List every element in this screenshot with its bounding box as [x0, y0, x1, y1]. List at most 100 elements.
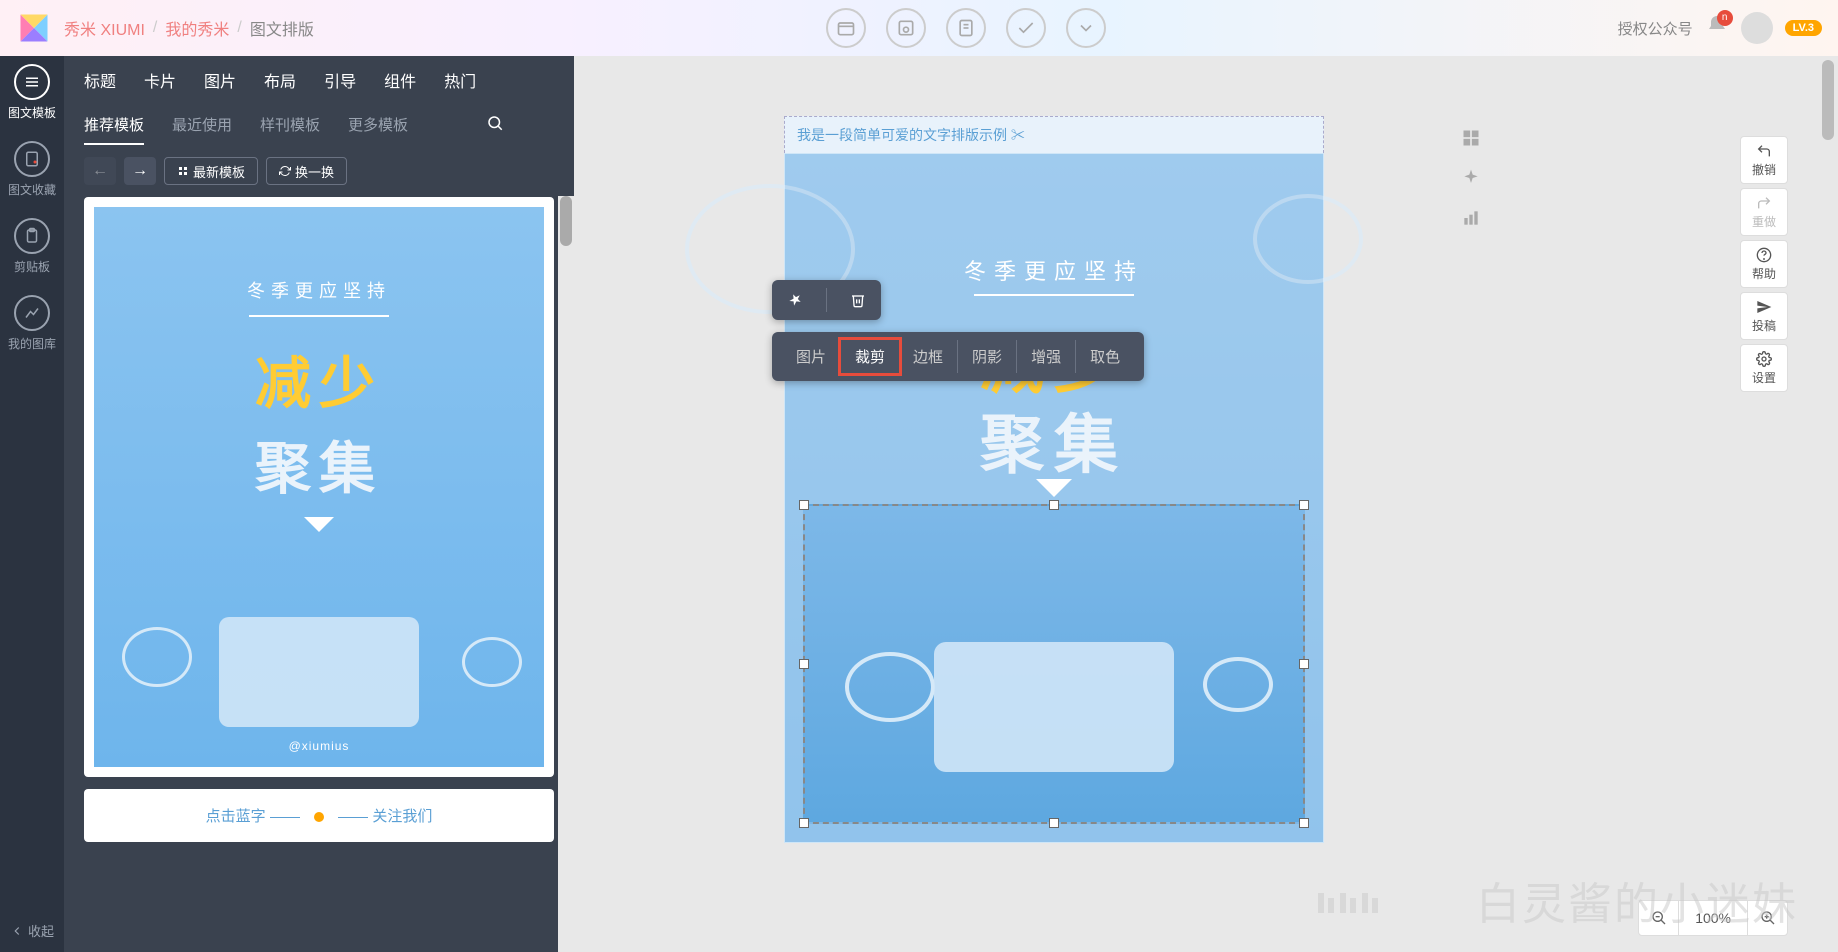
sel-strap-left: [845, 652, 935, 722]
tab-image[interactable]: 图片: [204, 68, 236, 98]
clipboard-icon: [14, 218, 50, 254]
grid-icon[interactable]: [1459, 126, 1483, 150]
rail-label: 我的图库: [8, 335, 56, 352]
avatar[interactable]: [1741, 12, 1773, 44]
notification-icon[interactable]: n: [1705, 14, 1729, 43]
template-toolbar: ← → 最新模板 换一换: [64, 145, 574, 197]
tab-shadow[interactable]: 阴影: [958, 340, 1017, 373]
logo[interactable]: [16, 10, 52, 46]
bars-icon[interactable]: [1459, 206, 1483, 230]
scrollbar-thumb[interactable]: [560, 196, 572, 246]
tab-crop[interactable]: 裁剪: [838, 337, 902, 376]
folder-icon[interactable]: [826, 8, 866, 48]
preview-footer: @xiumius: [289, 739, 350, 753]
collapse-button[interactable]: 收起: [10, 921, 54, 940]
pin-icon[interactable]: [780, 288, 810, 312]
element-actions-toolbar: [772, 280, 881, 320]
tab-layout[interactable]: 布局: [264, 68, 296, 98]
selected-image[interactable]: [803, 504, 1305, 824]
tab-component[interactable]: 组件: [384, 68, 416, 98]
tab-image-opt[interactable]: 图片: [782, 340, 841, 373]
zoom-value[interactable]: 100%: [1679, 910, 1747, 926]
submit-button[interactable]: 投稿: [1740, 292, 1788, 340]
rail-label: 图文模板: [8, 104, 56, 121]
redo-button[interactable]: 重做: [1740, 188, 1788, 236]
scrollbar-thumb[interactable]: [1822, 60, 1834, 140]
document-icon[interactable]: [946, 8, 986, 48]
nav-forward-button[interactable]: →: [124, 157, 156, 185]
template-filter-tabs: 推荐模板 最近使用 样刊模板 更多模板: [64, 98, 574, 145]
resize-handle-br[interactable]: [1299, 818, 1309, 828]
rail-item-templates[interactable]: 图文模板: [8, 64, 56, 121]
canvas-content: 我是一段简单可爱的文字排版示例 ✂ 冬季更应坚持 减少 聚集: [784, 116, 1324, 843]
settings-button[interactable]: 设置: [1740, 344, 1788, 392]
rail-item-favorites[interactable]: 图文收藏: [8, 141, 56, 198]
sel-strap-right: [1203, 657, 1273, 712]
tab-recommended[interactable]: 推荐模板: [84, 114, 144, 145]
help-button[interactable]: 帮助: [1740, 240, 1788, 288]
save-icon[interactable]: [886, 8, 926, 48]
dash-icon: [270, 817, 300, 818]
card2-left: 点击蓝字: [206, 808, 266, 825]
tab-guide[interactable]: 引导: [324, 68, 356, 98]
mask-strap-right: [462, 637, 522, 687]
sparkle-icon[interactable]: [1459, 166, 1483, 190]
header-right: 授权公众号 n LV.3: [1618, 12, 1822, 44]
refresh-button[interactable]: 换一换: [266, 157, 347, 185]
submit-label: 投稿: [1752, 317, 1776, 334]
check-icon[interactable]: [1006, 8, 1046, 48]
resize-handle-tm[interactable]: [1049, 500, 1059, 510]
bookmark-icon: [14, 141, 50, 177]
latest-templates-button[interactable]: 最新模板: [164, 157, 258, 185]
template-card[interactable]: 冬季更应坚持 减少 聚集 @xiumius: [84, 197, 554, 777]
download-icon[interactable]: [1066, 8, 1106, 48]
collapse-label: 收起: [28, 921, 54, 940]
tab-color-pick[interactable]: 取色: [1076, 340, 1134, 373]
level-badge: LV.3: [1785, 20, 1822, 36]
dash-icon: [338, 817, 368, 818]
rail-label: 图文收藏: [8, 181, 56, 198]
tab-hot[interactable]: 热门: [444, 68, 476, 98]
undo-label: 撤销: [1752, 161, 1776, 178]
resize-handle-bl[interactable]: [799, 818, 809, 828]
tab-card[interactable]: 卡片: [144, 68, 176, 98]
preview-text-2: 聚集: [255, 424, 383, 505]
preview-divider: [249, 315, 389, 317]
zoom-in-button[interactable]: [1747, 901, 1787, 935]
tab-more[interactable]: 更多模板: [348, 114, 408, 145]
resize-handle-ml[interactable]: [799, 659, 809, 669]
redo-label: 重做: [1752, 213, 1776, 230]
resize-handle-tl[interactable]: [799, 500, 809, 510]
tab-border[interactable]: 边框: [899, 340, 958, 373]
auth-link[interactable]: 授权公众号: [1618, 18, 1693, 39]
zoom-out-button[interactable]: [1639, 901, 1679, 935]
rail-item-gallery[interactable]: 我的图库: [8, 295, 56, 352]
tab-enhance[interactable]: 增强: [1017, 340, 1076, 373]
delete-icon[interactable]: [843, 288, 873, 312]
canvas-text-2: 聚集: [980, 394, 1128, 486]
search-icon[interactable]: [486, 114, 504, 145]
tab-title[interactable]: 标题: [84, 68, 116, 98]
rail-label: 剪贴板: [14, 258, 50, 275]
undo-button[interactable]: 撤销: [1740, 136, 1788, 184]
breadcrumb-item[interactable]: 我的秀米: [165, 16, 229, 40]
resize-handle-tr[interactable]: [1299, 500, 1309, 510]
canvas-divider: [974, 294, 1134, 296]
template-list[interactable]: 冬季更应坚持 减少 聚集 @xiumius 点击蓝字 关注我们: [64, 197, 574, 952]
nav-back-button[interactable]: ←: [84, 157, 116, 185]
sel-mask-graphic: [934, 642, 1174, 772]
tab-sample[interactable]: 样刊模板: [260, 114, 320, 145]
resize-handle-bm[interactable]: [1049, 818, 1059, 828]
resize-handle-mr[interactable]: [1299, 659, 1309, 669]
tab-recent[interactable]: 最近使用: [172, 114, 232, 145]
template-card-follow[interactable]: 点击蓝字 关注我们: [84, 789, 554, 842]
template-scrollbar[interactable]: [558, 196, 574, 952]
rail-item-clipboard[interactable]: 剪贴板: [14, 218, 50, 275]
canvas-header-text[interactable]: 我是一段简单可爱的文字排版示例 ✂: [784, 116, 1324, 153]
main: 图文模板 图文收藏 剪贴板 我的图库 收起 标题 卡片 图片 布局 引导 组件 …: [0, 56, 1838, 952]
canvas-image-bg[interactable]: 冬季更应坚持 减少 聚集: [784, 153, 1324, 843]
dot-icon: [314, 812, 324, 822]
canvas-scrollbar[interactable]: [1820, 56, 1836, 952]
brand-link[interactable]: 秀米 XIUMI: [64, 16, 145, 40]
breadcrumb-current: 图文排版: [250, 16, 314, 40]
